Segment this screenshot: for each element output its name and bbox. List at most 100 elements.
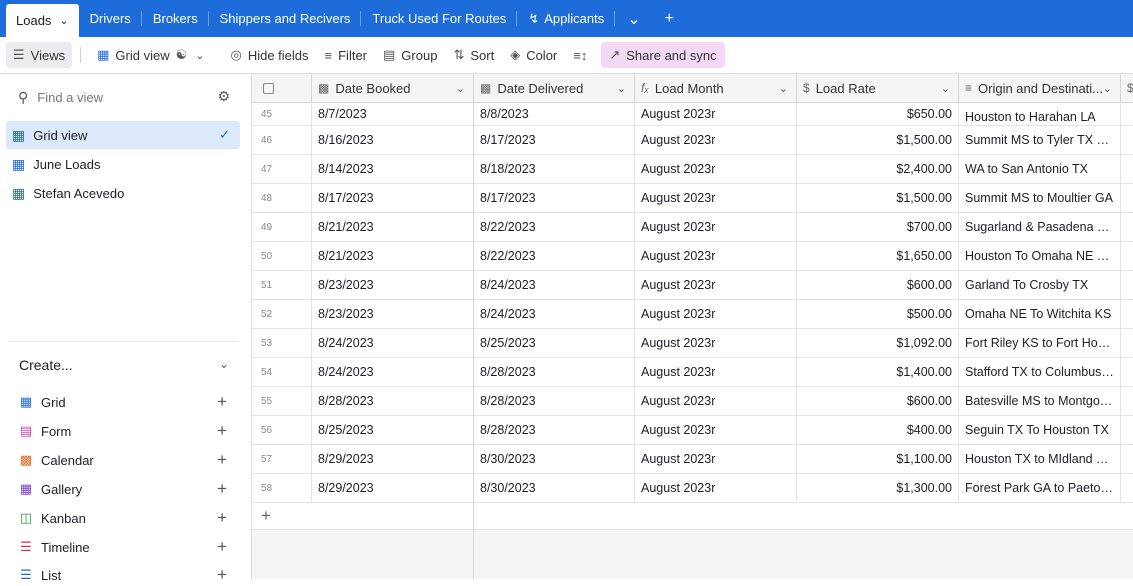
create-grid[interactable]: ▦ Grid + <box>19 391 227 413</box>
load-rate-cell[interactable]: $1,092.00 <box>797 329 959 357</box>
date-delivered-cell[interactable]: 8/30/2023 <box>474 445 635 473</box>
date-booked-cell[interactable]: 8/29/2023 <box>312 474 474 502</box>
create-calendar[interactable]: ▩ Calendar + <box>19 449 227 471</box>
origin-destination-cell[interactable]: Houston To Omaha NE & D... <box>959 242 1121 270</box>
chevron-down-icon[interactable]: ⌄ <box>59 14 68 27</box>
hide-fields-button[interactable]: ◎ Hide fields <box>222 42 316 68</box>
plus-icon[interactable]: + <box>217 479 227 499</box>
table-row[interactable]: 50 8/21/2023 8/22/2023 August 2023r $1,650.0… <box>252 242 1133 271</box>
group-button[interactable]: ▤ Group <box>375 42 445 68</box>
row-number[interactable]: 56 <box>252 416 312 444</box>
plus-icon[interactable]: + <box>217 508 227 528</box>
create-section-header[interactable]: Create... ⌄ <box>19 357 229 373</box>
table-row[interactable]: 54 8/24/2023 8/28/2023 August 2023r $1,400.0… <box>252 358 1133 387</box>
row-number[interactable]: 57 <box>252 445 312 473</box>
load-month-cell[interactable]: August 2023r <box>635 126 797 154</box>
tab-truck-used[interactable]: Truck Used For Routes <box>361 0 518 37</box>
column-header-load-rate[interactable]: $ Load Rate ⌄ <box>797 74 959 102</box>
date-booked-cell[interactable]: 8/24/2023 <box>312 329 474 357</box>
add-table-plus-icon[interactable]: + <box>653 0 686 37</box>
date-delivered-cell[interactable]: 8/30/2023 <box>474 474 635 502</box>
more-tables-chevron-icon[interactable]: ⌄ <box>615 0 652 37</box>
chevron-down-icon[interactable]: ⌄ <box>941 82 950 95</box>
table-row[interactable]: 47 8/14/2023 8/18/2023 August 2023r $2,400.0… <box>252 155 1133 184</box>
load-rate-cell[interactable]: $1,500.00 <box>797 126 959 154</box>
column-header-date-delivered[interactable]: ▩ Date Delivered ⌄ <box>474 74 635 102</box>
table-row[interactable]: 51 8/23/2023 8/24/2023 August 2023r $600.00 G… <box>252 271 1133 300</box>
select-all-cell[interactable] <box>252 74 312 102</box>
date-delivered-cell[interactable]: 8/28/2023 <box>474 416 635 444</box>
origin-destination-cell[interactable]: Houston TX to MIdland TX ... <box>959 445 1121 473</box>
row-height-button[interactable]: ≡↕ <box>565 42 595 68</box>
load-month-cell[interactable]: August 2023r <box>635 358 797 386</box>
table-row[interactable]: 56 8/25/2023 8/28/2023 August 2023r $400.00 S… <box>252 416 1133 445</box>
create-timeline[interactable]: ☰ Timeline + <box>19 536 227 558</box>
origin-destination-cell[interactable]: Summit MS to Tyler TX Rou... <box>959 126 1121 154</box>
date-booked-cell[interactable]: 8/25/2023 <box>312 416 474 444</box>
column-header-origin-destination[interactable]: ≡ Origin and Destinati... ⌄ <box>959 74 1121 102</box>
row-number[interactable]: 53 <box>252 329 312 357</box>
load-month-cell[interactable]: August 2023r <box>635 329 797 357</box>
create-gallery[interactable]: ▦ Gallery + <box>19 478 227 500</box>
date-delivered-cell[interactable]: 8/28/2023 <box>474 358 635 386</box>
column-header-next[interactable]: $ <box>1121 74 1133 102</box>
chevron-down-icon[interactable]: ⌄ <box>456 82 465 95</box>
tab-brokers[interactable]: Brokers <box>142 0 209 37</box>
load-rate-cell[interactable]: $600.00 <box>797 387 959 415</box>
plus-icon[interactable]: + <box>217 421 227 441</box>
sidebar-view-grid-view[interactable]: ▦ Grid view ✓ <box>6 121 240 149</box>
date-delivered-cell[interactable]: 8/22/2023 <box>474 213 635 241</box>
row-number[interactable]: 48 <box>252 184 312 212</box>
table-row[interactable]: 48 8/17/2023 8/17/2023 August 2023r $1,500.0… <box>252 184 1133 213</box>
load-month-cell[interactable]: August 2023r <box>635 300 797 328</box>
origin-destination-cell[interactable]: Forest Park GA to Paetone IL <box>959 474 1121 502</box>
origin-destination-cell[interactable]: WA to San Antonio TX <box>959 155 1121 183</box>
date-booked-cell[interactable]: 8/24/2023 <box>312 358 474 386</box>
date-delivered-cell[interactable]: 8/22/2023 <box>474 242 635 270</box>
origin-destination-cell[interactable]: Stafford TX to Columbus M... <box>959 358 1121 386</box>
row-number[interactable]: 47 <box>252 155 312 183</box>
row-number[interactable]: 54 <box>252 358 312 386</box>
load-month-cell[interactable]: August 2023r <box>635 103 797 125</box>
tab-drivers[interactable]: Drivers <box>79 0 142 37</box>
date-booked-cell[interactable]: 8/14/2023 <box>312 155 474 183</box>
sidebar-view-june-loads[interactable]: ▦ June Loads <box>6 150 240 178</box>
add-record-plus-icon[interactable]: + <box>252 503 474 529</box>
table-row[interactable]: 45 8/7/2023 8/8/2023 August 2023r $650.00 Hou… <box>252 103 1133 126</box>
tab-shippers[interactable]: Shippers and Recivers <box>209 0 362 37</box>
tab-loads[interactable]: Loads ⌄ <box>6 4 79 37</box>
origin-destination-cell[interactable]: Omaha NE To Witchita KS <box>959 300 1121 328</box>
chevron-down-icon[interactable]: ⌄ <box>617 82 626 95</box>
date-booked-cell[interactable]: 8/7/2023 <box>312 103 474 125</box>
load-rate-cell[interactable]: $1,500.00 <box>797 184 959 212</box>
table-row[interactable]: 55 8/28/2023 8/28/2023 August 2023r $600.00 B… <box>252 387 1133 416</box>
chevron-down-icon[interactable]: ⌄ <box>779 82 788 95</box>
origin-destination-cell[interactable]: Seguin TX To Houston TX <box>959 416 1121 444</box>
origin-destination-cell[interactable]: Fort Riley KS to Fort Hood ... <box>959 329 1121 357</box>
date-booked-cell[interactable]: 8/23/2023 <box>312 271 474 299</box>
date-booked-cell[interactable]: 8/29/2023 <box>312 445 474 473</box>
date-delivered-cell[interactable]: 8/17/2023 <box>474 184 635 212</box>
date-delivered-cell[interactable]: 8/25/2023 <box>474 329 635 357</box>
column-header-load-month[interactable]: fₓ Load Month ⌄ <box>635 74 797 102</box>
load-month-cell[interactable]: August 2023r <box>635 445 797 473</box>
views-toggle-button[interactable]: ☰ Views <box>6 42 73 68</box>
plus-icon[interactable]: + <box>217 537 227 557</box>
create-form[interactable]: ▤ Form + <box>19 420 227 442</box>
sidebar-view-stefan-acevedo[interactable]: ▦ Stefan Acevedo <box>6 179 240 207</box>
date-booked-cell[interactable]: 8/17/2023 <box>312 184 474 212</box>
load-month-cell[interactable]: August 2023r <box>635 271 797 299</box>
date-delivered-cell[interactable]: 8/17/2023 <box>474 126 635 154</box>
grid-view-switcher[interactable]: ▦ Grid view ☯ ⌄ <box>89 42 212 68</box>
table-row[interactable]: 58 8/29/2023 8/30/2023 August 2023r $1,300.0… <box>252 474 1133 503</box>
table-row[interactable]: 52 8/23/2023 8/24/2023 August 2023r $500.00 O… <box>252 300 1133 329</box>
load-rate-cell[interactable]: $1,300.00 <box>797 474 959 502</box>
load-rate-cell[interactable]: $400.00 <box>797 416 959 444</box>
table-row[interactable]: 49 8/21/2023 8/22/2023 August 2023r $700.00 S… <box>252 213 1133 242</box>
row-number[interactable]: 58 <box>252 474 312 502</box>
row-number[interactable]: 50 <box>252 242 312 270</box>
table-row[interactable]: 53 8/24/2023 8/25/2023 August 2023r $1,092.0… <box>252 329 1133 358</box>
date-delivered-cell[interactable]: 8/24/2023 <box>474 300 635 328</box>
load-rate-cell[interactable]: $1,100.00 <box>797 445 959 473</box>
date-delivered-cell[interactable]: 8/28/2023 <box>474 387 635 415</box>
